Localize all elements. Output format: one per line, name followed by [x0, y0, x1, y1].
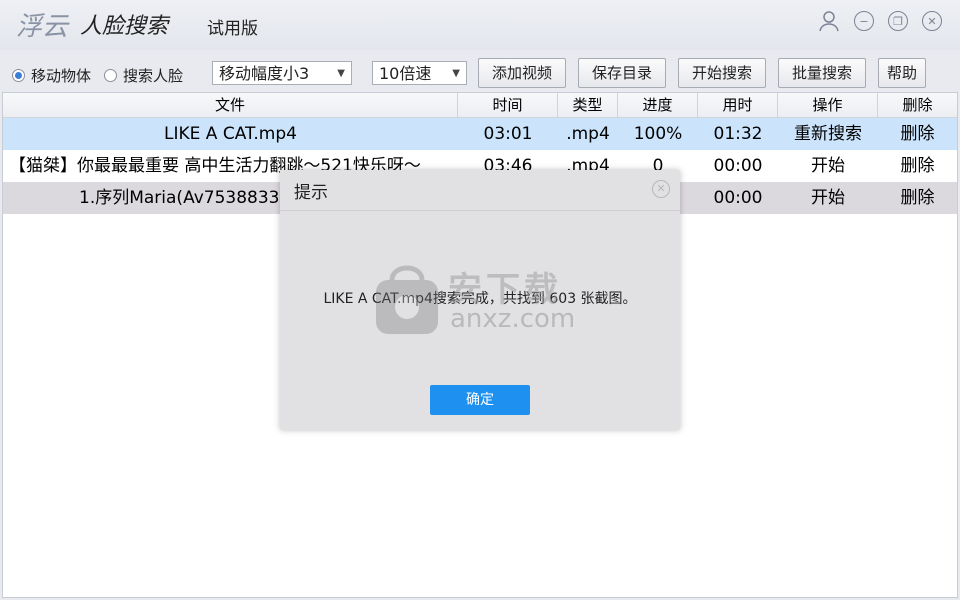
- add-video-button[interactable]: 添加视频: [478, 58, 566, 88]
- dialog-title: 提示: [294, 183, 328, 203]
- radio-moving-object[interactable]: 移动物体: [12, 65, 91, 86]
- col-type[interactable]: 类型: [558, 93, 618, 117]
- cell-elapsed: 00:00: [713, 188, 763, 208]
- maximize-icon[interactable]: ❐: [888, 11, 908, 31]
- col-file[interactable]: 文件: [3, 93, 458, 117]
- row-action-button[interactable]: 开始: [778, 182, 878, 214]
- cell-file: LIKE A CAT.mp4: [164, 124, 297, 144]
- title-bar: 浮云 人脸搜索 试用版 − ❐ ✕: [0, 0, 960, 50]
- table-row[interactable]: LIKE A CAT.mp4 03:01 .mp4 100% 01:32 重新搜…: [3, 118, 957, 150]
- amplitude-select[interactable]: 移动幅度小3: [212, 61, 352, 86]
- row-delete-button[interactable]: 删除: [878, 182, 957, 214]
- dialog-header: 提示 ✕: [280, 170, 680, 211]
- user-icon[interactable]: [818, 10, 840, 32]
- col-elapsed[interactable]: 用时: [698, 93, 778, 117]
- row-delete-button[interactable]: 删除: [878, 150, 957, 182]
- window-controls: − ❐ ✕: [818, 10, 942, 32]
- radio-search-face[interactable]: 搜索人脸: [104, 65, 183, 86]
- radio-unchecked-icon[interactable]: [104, 69, 117, 82]
- col-delete[interactable]: 删除: [878, 93, 957, 117]
- app-name: 人脸搜索: [80, 14, 169, 39]
- help-button[interactable]: 帮助: [878, 58, 926, 88]
- app-logo: 浮云: [16, 12, 69, 42]
- ok-button[interactable]: 确定: [430, 385, 530, 415]
- radio-checked-icon[interactable]: [12, 69, 25, 82]
- row-action-button[interactable]: 开始: [778, 150, 878, 182]
- col-time[interactable]: 时间: [458, 93, 558, 117]
- minimize-icon[interactable]: −: [854, 11, 874, 31]
- radio-moving-label: 移动物体: [31, 67, 92, 85]
- start-search-button[interactable]: 开始搜索: [678, 58, 766, 88]
- save-dir-button[interactable]: 保存目录: [578, 58, 666, 88]
- cell-progress: 100%: [633, 124, 683, 144]
- col-progress[interactable]: 进度: [618, 93, 698, 117]
- row-delete-button[interactable]: 删除: [878, 118, 957, 150]
- col-action[interactable]: 操作: [778, 93, 878, 117]
- table-header: 文件 时间 类型 进度 用时 操作 删除: [3, 93, 957, 118]
- cell-elapsed: 01:32: [713, 124, 763, 144]
- toolbar: 移动物体 搜索人脸 移动幅度小3 10倍速 添加视频 保存目录 开始搜索 批量搜…: [0, 54, 960, 92]
- speed-select[interactable]: 10倍速: [372, 61, 467, 86]
- cell-elapsed: 00:00: [713, 156, 763, 176]
- watermark-bag-icon: [376, 265, 438, 334]
- batch-search-button[interactable]: 批量搜索: [778, 58, 866, 88]
- edition-label: 试用版: [207, 19, 258, 39]
- dialog-close-icon[interactable]: ✕: [652, 180, 670, 198]
- watermark-url: anxz.com: [450, 304, 576, 334]
- cell-time: 03:01: [483, 124, 533, 144]
- close-icon[interactable]: ✕: [922, 11, 942, 31]
- cell-type: .mp4: [566, 124, 610, 144]
- row-action-button[interactable]: 重新搜索: [778, 118, 878, 150]
- radio-face-label: 搜索人脸: [123, 67, 184, 85]
